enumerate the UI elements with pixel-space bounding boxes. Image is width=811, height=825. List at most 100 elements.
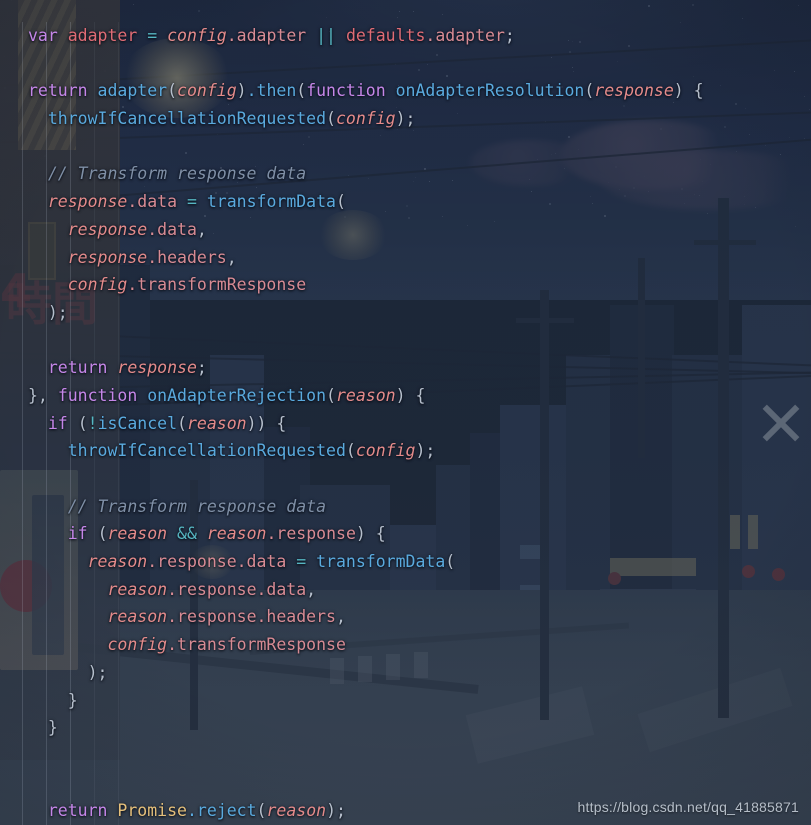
code-line[interactable]: var adapter = config.adapter || defaults… [28, 22, 811, 50]
code-line[interactable]: response.data = transformData( [28, 188, 811, 216]
watermark-url: https://blog.csdn.net/qq_41885871 [577, 799, 799, 815]
code-token: ); [326, 801, 346, 821]
code-token: .response.headers [167, 607, 336, 627]
code-token: Promise [117, 801, 187, 821]
code-line[interactable] [28, 742, 811, 770]
code-line[interactable]: response.data, [28, 216, 811, 244]
code-token: response [117, 358, 197, 378]
code-line[interactable]: } [28, 687, 811, 715]
code-token: onAdapterResolution [395, 81, 585, 101]
code-token: ( [326, 385, 336, 405]
code-line[interactable]: ); [28, 659, 811, 687]
code-token: .then [246, 81, 297, 101]
code-token: .transformResponse [127, 275, 307, 295]
code-token: config [355, 441, 416, 461]
code-line[interactable]: if (!isCancel(reason)) { [28, 410, 811, 438]
code-token: .response [266, 524, 356, 544]
code-line[interactable] [28, 465, 811, 493]
code-token: }, [28, 385, 58, 405]
code-token: function [57, 385, 148, 405]
code-token: config [167, 26, 227, 45]
code-line[interactable]: response.headers, [28, 244, 811, 272]
code-token: ); [28, 662, 108, 682]
code-token: .adapter [425, 26, 505, 45]
code-line[interactable]: return adapter(config).then(function onA… [28, 77, 811, 105]
code-token: response [47, 192, 128, 212]
code-line[interactable]: // Transform response data [28, 493, 811, 521]
code-content[interactable]: var adapter = config.adapter || defaults… [0, 22, 811, 825]
code-token: , [306, 579, 317, 599]
code-token: ( [256, 801, 267, 821]
code-editor-pane[interactable]: var adapter = config.adapter || defaults… [0, 0, 811, 825]
code-line[interactable]: reason.response.data = transformData( [28, 548, 811, 576]
code-token: isCancel [97, 413, 178, 433]
code-line[interactable]: return response; [28, 354, 811, 382]
code-line[interactable] [28, 770, 811, 798]
code-token: ) { [395, 385, 426, 405]
code-line[interactable]: // Transform response data [28, 160, 811, 188]
code-token: } [28, 690, 78, 710]
code-line[interactable] [28, 327, 811, 355]
code-token: return [47, 801, 118, 821]
code-line[interactable]: if (reason && reason.response) { [28, 520, 811, 548]
code-token: ( [177, 413, 187, 433]
code-line[interactable] [28, 50, 811, 78]
code-token: reason [107, 524, 178, 544]
code-token: if [67, 524, 98, 544]
code-token: if [47, 413, 78, 433]
code-token: .transformResponse [167, 635, 346, 655]
code-token: ( [77, 413, 88, 433]
code-line[interactable]: throwIfCancellationRequested(config); [28, 105, 811, 133]
code-token: ( [296, 81, 307, 101]
code-line[interactable]: throwIfCancellationRequested(config); [28, 437, 811, 465]
code-token: .response.data [167, 579, 307, 599]
code-token: , [226, 247, 237, 267]
code-token: reason [107, 607, 168, 627]
code-token: config [177, 81, 237, 101]
code-token: .adapter [226, 26, 317, 45]
code-token: transformData [316, 552, 446, 572]
code-token: // Transform response data [47, 164, 307, 184]
code-token: reason [266, 801, 327, 821]
code-token: onAdapterRejection [147, 385, 327, 405]
code-line[interactable]: reason.response.headers, [28, 603, 811, 631]
code-token: response [67, 219, 148, 239]
code-token: .data [147, 219, 197, 239]
code-line[interactable]: reason.response.data, [28, 576, 811, 604]
code-token: ) { [355, 524, 386, 544]
code-line[interactable]: config.transformResponse [28, 271, 811, 299]
code-token: = [186, 192, 207, 212]
code-token: .headers [147, 247, 227, 267]
code-token: ); [395, 109, 416, 129]
code-token: function [306, 81, 396, 101]
code-token: adapter [67, 26, 148, 45]
code-token: var [28, 26, 68, 45]
code-token: reason [186, 413, 247, 433]
code-line[interactable] [28, 133, 811, 161]
code-token: && [177, 524, 207, 544]
code-token: ; [504, 26, 515, 45]
code-token: return [47, 358, 118, 378]
code-token: reason [87, 552, 148, 572]
code-token: transformData [206, 192, 336, 212]
code-line[interactable]: }, function onAdapterRejection(reason) { [28, 382, 811, 410]
code-token: )) { [246, 413, 287, 433]
code-token: .response.data [147, 552, 297, 572]
code-line[interactable]: ); [28, 299, 811, 327]
code-line[interactable]: config.transformResponse [28, 631, 811, 659]
code-line[interactable]: } [28, 714, 811, 742]
code-token: ( [97, 524, 108, 544]
code-token: ; [196, 358, 207, 378]
